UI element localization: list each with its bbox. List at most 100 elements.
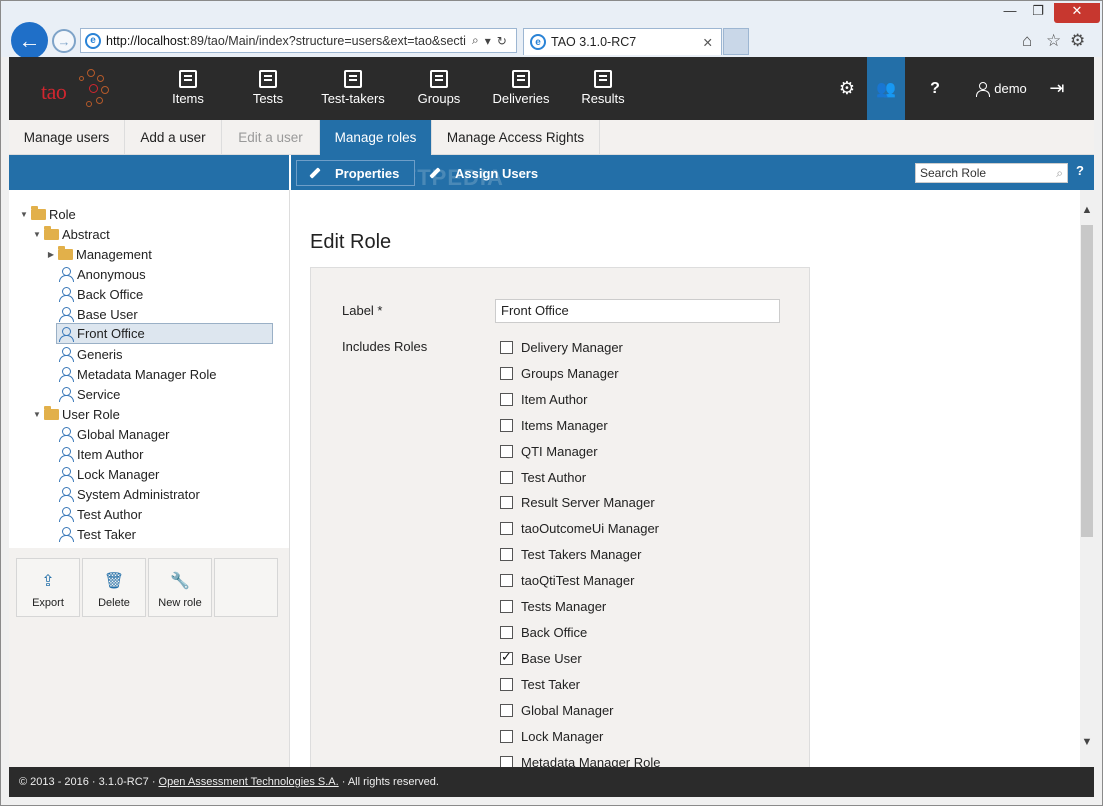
checkbox[interactable] <box>500 444 513 458</box>
forward-button[interactable]: → <box>52 29 76 53</box>
role-checkbox-items-manager[interactable]: Items Manager <box>500 416 608 434</box>
scroll-up-icon[interactable]: ▲ <box>1080 204 1094 216</box>
role-checkbox-delivery-manager[interactable]: Delivery Manager <box>500 338 623 356</box>
checkbox[interactable] <box>500 599 513 613</box>
assign-users-button[interactable]: Assign Users <box>429 160 538 186</box>
role-checkbox-metadata-manager-role[interactable]: Metadata Manager Role <box>500 753 660 767</box>
tree-node-item-author[interactable]: Item Author <box>59 444 143 464</box>
favorites-icon[interactable]: ☆ <box>1046 31 1061 51</box>
tree-node-test-author[interactable]: Test Author <box>59 504 142 524</box>
tree-node-lock-manager[interactable]: Lock Manager <box>59 464 159 484</box>
refresh-icon[interactable]: ↻ <box>497 34 507 48</box>
help-button[interactable]: ? <box>921 57 949 120</box>
checkbox[interactable] <box>500 392 513 406</box>
new-role-button[interactable]: 🔧 New role <box>148 558 212 617</box>
search-role-input[interactable]: Search Role ⌕ <box>915 163 1068 183</box>
settings-button[interactable]: ⚙ <box>829 57 865 120</box>
address-text[interactable]: http://localhost:89/tao/Main/index?struc… <box>106 34 466 48</box>
user-menu[interactable]: demo <box>964 57 1039 120</box>
dropdown-icon[interactable]: ▾ <box>485 34 491 48</box>
address-bar[interactable]: e http://localhost:89/tao/Main/index?str… <box>80 28 517 53</box>
checkbox-checked[interactable] <box>500 649 513 665</box>
checkbox[interactable] <box>500 521 513 535</box>
role-checkbox-tests-manager[interactable]: Tests Manager <box>500 597 606 615</box>
export-button[interactable]: ⇪ Export <box>16 558 80 617</box>
nav-test-takers[interactable]: Test-takers <box>320 57 386 120</box>
checkbox[interactable] <box>500 495 513 509</box>
minimize-button[interactable]: — <box>997 3 1023 23</box>
scroll-thumb[interactable] <box>1081 225 1093 537</box>
scroll-down-icon[interactable]: ▼ <box>1080 736 1094 748</box>
caret-down-icon[interactable]: ▼ <box>32 410 42 419</box>
tree-node-role[interactable]: ▼ Role <box>19 204 76 224</box>
role-checkbox-test-takers-manager[interactable]: Test Takers Manager <box>500 545 641 563</box>
caret-down-icon[interactable]: ▼ <box>32 230 42 239</box>
checkbox[interactable] <box>500 340 513 354</box>
checkbox[interactable] <box>500 703 513 717</box>
tree-node-generis[interactable]: Generis <box>59 344 123 364</box>
tree-node-front-office[interactable]: Front Office <box>56 323 273 344</box>
nav-results[interactable]: Results <box>580 57 626 120</box>
role-checkbox-back-office[interactable]: Back Office <box>500 623 587 641</box>
search-icon[interactable]: ⌕ <box>1056 166 1063 181</box>
role-checkbox-global-manager[interactable]: Global Manager <box>500 701 614 719</box>
tree-node-back-office[interactable]: Back Office <box>59 284 143 304</box>
users-button[interactable]: 👥 <box>867 57 905 120</box>
delete-button[interactable]: 🗑 Delete <box>82 558 146 617</box>
tree-node-metadata-manager-role[interactable]: Metadata Manager Role <box>59 364 216 384</box>
company-link[interactable]: Open Assessment Technologies S.A. <box>159 776 339 788</box>
browser-tab[interactable]: e TAO 3.1.0-RC7 ✕ <box>523 28 722 55</box>
context-help-button[interactable]: ? <box>1076 163 1084 178</box>
checkbox[interactable] <box>500 677 513 691</box>
nav-deliveries[interactable]: Deliveries <box>491 57 551 120</box>
checkbox[interactable] <box>500 547 513 561</box>
caret-down-icon[interactable]: ▼ <box>19 210 29 219</box>
checkbox[interactable] <box>500 573 513 587</box>
tree-node-management[interactable]: ▶ Management <box>46 244 152 264</box>
nav-groups[interactable]: Groups <box>417 57 461 120</box>
tab-add-user[interactable]: Add a user <box>125 120 222 155</box>
tree-node-system-administrator[interactable]: System Administrator <box>59 484 200 504</box>
nav-tests[interactable]: Tests <box>248 57 288 120</box>
tree-node-global-manager[interactable]: Global Manager <box>59 424 170 444</box>
checkbox[interactable] <box>500 625 513 639</box>
maximize-button[interactable]: ❐ <box>1025 3 1051 23</box>
home-icon[interactable]: ⌂ <box>1022 31 1032 51</box>
caret-right-icon[interactable]: ▶ <box>46 250 56 259</box>
close-window-button[interactable]: ✕ <box>1054 3 1100 23</box>
settings-icon[interactable]: ⚙ <box>1070 31 1085 51</box>
tree-node-test-taker[interactable]: Test Taker <box>59 524 136 544</box>
role-checkbox-item-author[interactable]: Item Author <box>500 390 587 408</box>
role-checkbox-test-author[interactable]: Test Author <box>500 468 586 486</box>
checkbox[interactable] <box>500 729 513 743</box>
role-checkbox-taooutcomeui-manager[interactable]: taoOutcomeUi Manager <box>500 519 659 537</box>
checkbox[interactable] <box>500 418 513 432</box>
search-icon[interactable]: ⌕ <box>472 33 479 48</box>
tab-manage-access-rights[interactable]: Manage Access Rights <box>432 120 600 155</box>
label-input[interactable]: Front Office <box>495 299 780 323</box>
tao-logo[interactable]: tao <box>41 67 116 111</box>
tree-node-user-role[interactable]: ▼ User Role <box>32 404 120 424</box>
back-button[interactable]: ← <box>11 22 48 59</box>
tab-manage-users[interactable]: Manage users <box>9 120 125 155</box>
checkbox[interactable] <box>500 755 513 767</box>
logout-button[interactable]: ⇥ <box>1039 57 1075 120</box>
role-checkbox-test-taker[interactable]: Test Taker <box>500 675 580 693</box>
tree-node-abstract[interactable]: ▼ Abstract <box>32 224 110 244</box>
role-checkbox-qti-manager[interactable]: QTI Manager <box>500 442 598 460</box>
new-tab-button[interactable] <box>723 28 749 55</box>
properties-button[interactable]: Properties <box>296 160 415 186</box>
checkbox[interactable] <box>500 366 513 380</box>
tree-node-service[interactable]: Service <box>59 384 120 404</box>
tab-manage-roles[interactable]: Manage roles <box>320 120 432 155</box>
role-checkbox-taoqtitest-manager[interactable]: taoQtiTest Manager <box>500 571 634 589</box>
close-tab-icon[interactable]: ✕ <box>703 35 713 50</box>
nav-items[interactable]: Items <box>169 57 207 120</box>
content-scrollbar[interactable]: ▲ ▼ <box>1080 190 1094 767</box>
tree-node-anonymous[interactable]: Anonymous <box>59 264 146 284</box>
role-checkbox-groups-manager[interactable]: Groups Manager <box>500 364 619 382</box>
role-checkbox-result-server-manager[interactable]: Result Server Manager <box>500 493 655 511</box>
role-checkbox-base-user[interactable]: Base User <box>500 649 582 667</box>
tree-node-base-user[interactable]: Base User <box>59 304 138 324</box>
checkbox[interactable] <box>500 470 513 484</box>
